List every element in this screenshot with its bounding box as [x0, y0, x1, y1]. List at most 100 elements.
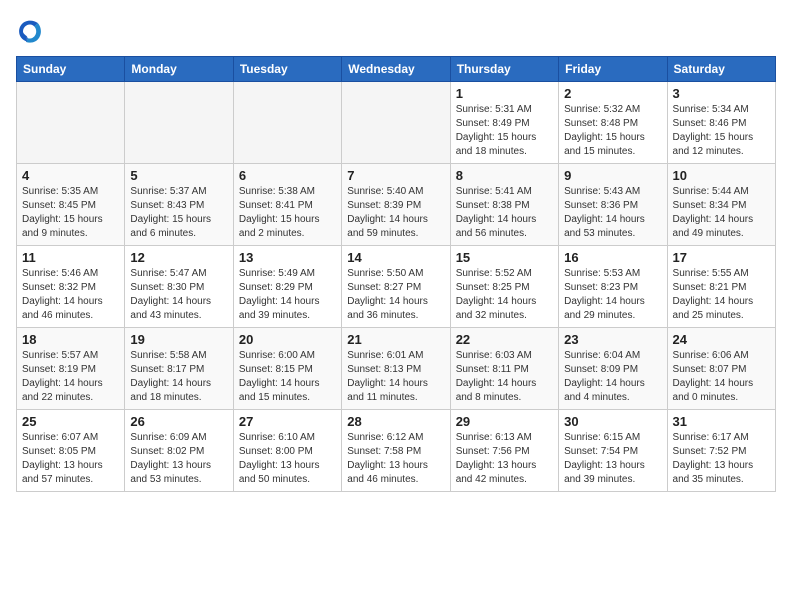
- day-number: 15: [456, 250, 553, 265]
- calendar-cell: 29 Sunrise: 6:13 AM Sunset: 7:56 PM Dayli…: [450, 410, 558, 492]
- day-info: Sunrise: 5:38 AM Sunset: 8:41 PM Dayligh…: [239, 185, 336, 241]
- day-info: Sunrise: 5:41 AM Sunset: 8:38 PM Dayligh…: [456, 185, 553, 241]
- day-info: Sunrise: 6:13 AM Sunset: 7:56 PM Dayligh…: [456, 431, 553, 487]
- calendar-cell: 6 Sunrise: 5:38 AM Sunset: 8:41 PM Daylig…: [233, 164, 341, 246]
- header-row: SundayMondayTuesdayWednesdayThursdayFrid…: [17, 57, 776, 82]
- day-number: 22: [456, 332, 553, 347]
- day-info: Sunrise: 5:31 AM Sunset: 8:49 PM Dayligh…: [456, 103, 553, 159]
- day-number: 17: [673, 250, 770, 265]
- header-cell-thursday: Thursday: [450, 57, 558, 82]
- calendar-cell: 1 Sunrise: 5:31 AM Sunset: 8:49 PM Daylig…: [450, 82, 558, 164]
- calendar-cell: 2 Sunrise: 5:32 AM Sunset: 8:48 PM Daylig…: [559, 82, 667, 164]
- calendar-cell: 24Sunrise: 6:06 AM Sunset: 8:07 PM Dayli…: [667, 328, 775, 410]
- page-header: [16, 16, 776, 44]
- day-info: Sunrise: 6:07 AM Sunset: 8:05 PM Dayligh…: [22, 431, 119, 487]
- calendar-cell: 13 Sunrise: 5:49 AM Sunset: 8:29 PM Dayli…: [233, 246, 341, 328]
- day-number: 16: [564, 250, 661, 265]
- calendar-cell: 16Sunrise: 5:53 AM Sunset: 8:23 PM Dayli…: [559, 246, 667, 328]
- day-info: Sunrise: 5:47 AM Sunset: 8:30 PM Dayligh…: [130, 267, 227, 323]
- day-number: 24: [673, 332, 770, 347]
- week-row-3: 11 Sunrise: 5:46 AM Sunset: 8:32 PM Dayli…: [17, 246, 776, 328]
- day-number: 28: [347, 414, 444, 429]
- calendar-cell: 26 Sunrise: 6:09 AM Sunset: 8:02 PM Dayli…: [125, 410, 233, 492]
- calendar-cell: [342, 82, 450, 164]
- calendar-cell: 7 Sunrise: 5:40 AM Sunset: 8:39 PM Daylig…: [342, 164, 450, 246]
- calendar-cell: 12 Sunrise: 5:47 AM Sunset: 8:30 PM Dayli…: [125, 246, 233, 328]
- day-number: 18: [22, 332, 119, 347]
- calendar-cell: 10 Sunrise: 5:44 AM Sunset: 8:34 PM Dayli…: [667, 164, 775, 246]
- day-number: 4: [22, 168, 119, 183]
- day-info: Sunrise: 6:04 AM Sunset: 8:09 PM Dayligh…: [564, 349, 661, 405]
- calendar-cell: 28 Sunrise: 6:12 AM Sunset: 7:58 PM Dayli…: [342, 410, 450, 492]
- day-number: 23: [564, 332, 661, 347]
- day-info: Sunrise: 5:40 AM Sunset: 8:39 PM Dayligh…: [347, 185, 444, 241]
- day-info: Sunrise: 6:17 AM Sunset: 7:52 PM Dayligh…: [673, 431, 770, 487]
- calendar-cell: 18 Sunrise: 5:57 AM Sunset: 8:19 PM Dayli…: [17, 328, 125, 410]
- calendar-cell: 19Sunrise: 5:58 AM Sunset: 8:17 PM Dayli…: [125, 328, 233, 410]
- day-info: Sunrise: 5:52 AM Sunset: 8:25 PM Dayligh…: [456, 267, 553, 323]
- day-number: 6: [239, 168, 336, 183]
- calendar-cell: 21 Sunrise: 6:01 AM Sunset: 8:13 PM Dayli…: [342, 328, 450, 410]
- day-number: 31: [673, 414, 770, 429]
- calendar-cell: 9Sunrise: 5:43 AM Sunset: 8:36 PM Daylig…: [559, 164, 667, 246]
- day-info: Sunrise: 5:32 AM Sunset: 8:48 PM Dayligh…: [564, 103, 661, 159]
- day-number: 2: [564, 86, 661, 101]
- calendar-cell: 15 Sunrise: 5:52 AM Sunset: 8:25 PM Dayli…: [450, 246, 558, 328]
- day-info: Sunrise: 5:50 AM Sunset: 8:27 PM Dayligh…: [347, 267, 444, 323]
- day-number: 26: [130, 414, 227, 429]
- week-row-4: 18 Sunrise: 5:57 AM Sunset: 8:19 PM Dayli…: [17, 328, 776, 410]
- day-number: 25: [22, 414, 119, 429]
- header-cell-saturday: Saturday: [667, 57, 775, 82]
- day-info: Sunrise: 6:12 AM Sunset: 7:58 PM Dayligh…: [347, 431, 444, 487]
- week-row-2: 4 Sunrise: 5:35 AM Sunset: 8:45 PM Daylig…: [17, 164, 776, 246]
- day-number: 14: [347, 250, 444, 265]
- day-info: Sunrise: 5:44 AM Sunset: 8:34 PM Dayligh…: [673, 185, 770, 241]
- day-number: 27: [239, 414, 336, 429]
- calendar-body: 1 Sunrise: 5:31 AM Sunset: 8:49 PM Daylig…: [17, 82, 776, 492]
- calendar-cell: 4 Sunrise: 5:35 AM Sunset: 8:45 PM Daylig…: [17, 164, 125, 246]
- day-info: Sunrise: 5:43 AM Sunset: 8:36 PM Dayligh…: [564, 185, 661, 241]
- calendar-cell: 14 Sunrise: 5:50 AM Sunset: 8:27 PM Dayli…: [342, 246, 450, 328]
- calendar-cell: 25 Sunrise: 6:07 AM Sunset: 8:05 PM Dayli…: [17, 410, 125, 492]
- calendar-cell: 5 Sunrise: 5:37 AM Sunset: 8:43 PM Daylig…: [125, 164, 233, 246]
- header-cell-wednesday: Wednesday: [342, 57, 450, 82]
- week-row-5: 25 Sunrise: 6:07 AM Sunset: 8:05 PM Dayli…: [17, 410, 776, 492]
- day-info: Sunrise: 5:46 AM Sunset: 8:32 PM Dayligh…: [22, 267, 119, 323]
- calendar-cell: 8 Sunrise: 5:41 AM Sunset: 8:38 PM Daylig…: [450, 164, 558, 246]
- day-number: 12: [130, 250, 227, 265]
- calendar-cell: 17 Sunrise: 5:55 AM Sunset: 8:21 PM Dayli…: [667, 246, 775, 328]
- day-info: Sunrise: 6:09 AM Sunset: 8:02 PM Dayligh…: [130, 431, 227, 487]
- calendar-cell: 3Sunrise: 5:34 AM Sunset: 8:46 PM Daylig…: [667, 82, 775, 164]
- calendar-header: SundayMondayTuesdayWednesdayThursdayFrid…: [17, 57, 776, 82]
- day-number: 7: [347, 168, 444, 183]
- day-number: 10: [673, 168, 770, 183]
- day-number: 29: [456, 414, 553, 429]
- day-info: Sunrise: 5:49 AM Sunset: 8:29 PM Dayligh…: [239, 267, 336, 323]
- day-info: Sunrise: 6:01 AM Sunset: 8:13 PM Dayligh…: [347, 349, 444, 405]
- day-number: 11: [22, 250, 119, 265]
- calendar-cell: 20Sunrise: 6:00 AM Sunset: 8:15 PM Dayli…: [233, 328, 341, 410]
- day-info: Sunrise: 5:34 AM Sunset: 8:46 PM Dayligh…: [673, 103, 770, 159]
- day-info: Sunrise: 6:00 AM Sunset: 8:15 PM Dayligh…: [239, 349, 336, 405]
- day-info: Sunrise: 5:35 AM Sunset: 8:45 PM Dayligh…: [22, 185, 119, 241]
- day-number: 21: [347, 332, 444, 347]
- day-number: 8: [456, 168, 553, 183]
- day-number: 13: [239, 250, 336, 265]
- day-info: Sunrise: 5:37 AM Sunset: 8:43 PM Dayligh…: [130, 185, 227, 241]
- day-number: 5: [130, 168, 227, 183]
- header-cell-tuesday: Tuesday: [233, 57, 341, 82]
- day-info: Sunrise: 6:03 AM Sunset: 8:11 PM Dayligh…: [456, 349, 553, 405]
- day-info: Sunrise: 5:55 AM Sunset: 8:21 PM Dayligh…: [673, 267, 770, 323]
- calendar-cell: 27Sunrise: 6:10 AM Sunset: 8:00 PM Dayli…: [233, 410, 341, 492]
- calendar-cell: [17, 82, 125, 164]
- calendar-cell: 30Sunrise: 6:15 AM Sunset: 7:54 PM Dayli…: [559, 410, 667, 492]
- calendar-cell: [125, 82, 233, 164]
- day-info: Sunrise: 5:58 AM Sunset: 8:17 PM Dayligh…: [130, 349, 227, 405]
- header-cell-sunday: Sunday: [17, 57, 125, 82]
- day-info: Sunrise: 5:57 AM Sunset: 8:19 PM Dayligh…: [22, 349, 119, 405]
- day-number: 1: [456, 86, 553, 101]
- day-number: 30: [564, 414, 661, 429]
- week-row-1: 1 Sunrise: 5:31 AM Sunset: 8:49 PM Daylig…: [17, 82, 776, 164]
- logo: [16, 16, 48, 44]
- calendar-cell: 31 Sunrise: 6:17 AM Sunset: 7:52 PM Dayli…: [667, 410, 775, 492]
